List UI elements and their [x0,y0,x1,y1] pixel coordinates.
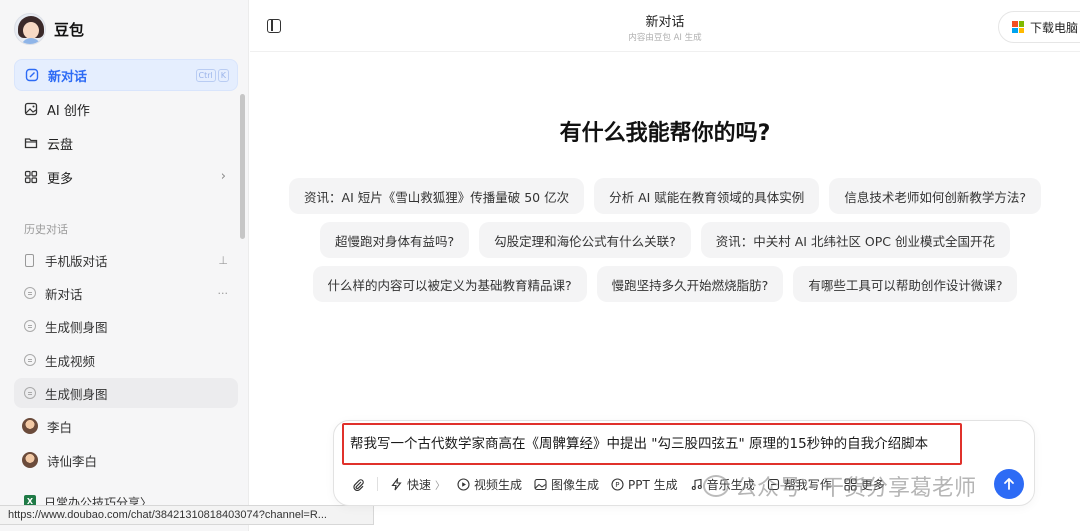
phone-icon [25,253,34,267]
lightning-icon [390,477,403,491]
chat-bubble-icon [24,354,36,366]
chat-bubble-icon [24,387,36,399]
suggestion-row: 什么样的内容可以被定义为基础教育精品课? 慢跑坚持多久开始燃烧脂肪? 有哪些工具… [250,266,1080,302]
shortcut-hint: Ctrl K [195,69,229,82]
history-section-title: 历史对话 [24,223,68,236]
suggestion-chip[interactable]: 慢跑坚持多久开始燃烧脂肪? [596,266,784,302]
watermark: 公众号 · 干货分享葛老师 [703,470,976,502]
suggestion-chip[interactable]: 资讯：AI 短片《雪山救狐狸》传播量破 50 亿次 [289,178,585,214]
history-item[interactable]: 诗仙李白 [14,445,238,475]
history-item-label: 诗仙李白 [47,453,98,469]
sidebar: 豆包 新对话 CtrlK AI 创作 云盘 更多 › 历史对话 手机版对话 ⊥ [0,0,249,531]
page-title: 新对话 [645,15,685,30]
chevron-icon: 〉 [435,480,446,492]
sidebar-item-cloud[interactable]: 云盘 [14,127,238,159]
download-desktop-button[interactable]: 下载电脑 [998,11,1080,43]
sidebar-item-ai-create[interactable]: AI 创作 [14,93,238,125]
new-chat-button[interactable]: 新对话 Ctrl K [14,59,238,91]
watermark-text: 公众号 · 干货分享葛老师 [735,476,976,501]
ppt-icon: P [611,477,624,491]
sidebar-item-label: 更多 [47,171,74,187]
brand[interactable]: 豆包 [14,13,84,45]
sidebar-item-more[interactable]: 更多 › [14,161,238,193]
top-bar: 新对话 内容由豆包 AI 生成 下载电脑 [250,0,1080,52]
tool-label: PPT 生成 [628,477,678,492]
history-item-label: 生成视频 [45,353,96,369]
avatar-icon [22,418,38,434]
wechat-logo-icon [703,475,729,497]
download-label: 下载电脑 [1030,20,1079,35]
suggestion-chip[interactable]: 信息技术老师如何创新教学方法? [829,178,1041,214]
history-item-label: 新对话 [45,286,83,302]
paperclip-icon [352,478,365,491]
sidebar-item-label: AI 创作 [47,103,90,119]
app-name: 豆包 [54,20,85,39]
tool-label: 视频生成 [474,477,523,492]
image-generate-button[interactable]: 图像生成 [534,476,599,493]
history-item[interactable]: 手机版对话 ⊥ [14,245,238,275]
suggestion-chip[interactable]: 有哪些工具可以帮助创作设计微课? [793,266,1018,302]
arrow-up-icon [1004,478,1014,490]
history-item[interactable]: 生成视频 [14,345,238,375]
history-item[interactable]: 生成侧身图 [14,311,238,341]
quick-mode-button[interactable]: 快速 〉 [390,476,445,493]
music-icon [690,478,703,491]
ppt-generate-button[interactable]: P PPT 生成 [611,476,678,493]
more-icon[interactable]: ··· [218,287,229,300]
history-item-label: 手机版对话 [45,253,108,269]
image-icon [534,478,547,491]
svg-text:P: P [615,481,619,489]
sidebar-item-label: 云盘 [47,137,74,153]
history-item[interactable]: 李白 [14,411,238,441]
tool-label: 快速 [407,477,432,492]
suggestion-chip[interactable]: 资讯：中关村 AI 北纬社区 OPC 创业模式全国开花 [700,222,1011,258]
suggestion-chip[interactable]: 分析 AI 赋能在教育领域的具体实例 [594,178,820,214]
history-item-label: 生成侧身图 [45,319,108,335]
history-item[interactable]: 生成侧身图 [14,378,238,408]
pin-icon[interactable]: ⊥ [218,254,228,267]
tool-label: 图像生成 [551,477,600,492]
history-item-label: 李白 [47,419,73,435]
history-item[interactable]: 新对话 ··· [14,278,238,308]
image-icon [24,102,38,116]
windows-icon [1012,21,1024,33]
main-panel: 新对话 内容由豆包 AI 生成 下载电脑 有什么我能帮你的吗? 资讯：AI 短片… [250,0,1080,531]
avatar-icon [22,452,38,468]
message-input[interactable]: 帮我写一个古代数学家商高在《周髀算经》中提出 "勾三股四弦五" 原理的15秒钟的… [342,423,962,465]
suggestion-row: 超慢跑对身体有益吗? 勾股定理和海伦公式有什么关联? 资讯：中关村 AI 北纬社… [250,222,1080,258]
edit-icon [25,68,39,82]
chat-bubble-icon [24,287,36,299]
attach-button[interactable] [352,478,365,491]
chat-bubble-icon [24,320,36,332]
grid-icon [24,170,38,184]
suggestion-row: 资讯：AI 短片《雪山救狐狸》传播量破 50 亿次 分析 AI 赋能在教育领域的… [250,178,1080,214]
doubao-avatar-icon [14,13,46,45]
send-button[interactable] [994,469,1024,499]
suggestion-chip[interactable]: 勾股定理和海伦公式有什么关联? [479,222,691,258]
page-subtitle: 内容由豆包 AI 生成 [628,33,702,43]
folder-icon [24,136,38,150]
suggestion-chip[interactable]: 什么样的内容可以被定义为基础教育精品课? [312,266,587,302]
video-icon [457,477,470,491]
toolbar-divider [377,477,378,491]
welcome-heading: 有什么我能帮你的吗? [559,121,771,146]
new-chat-label: 新对话 [48,69,88,85]
history-item-label: 生成侧身图 [45,386,108,402]
sidebar-scrollbar[interactable] [240,94,245,239]
chevron-right-icon: › [220,169,226,184]
video-generate-button[interactable]: 视频生成 [457,476,522,493]
suggestion-chip[interactable]: 超慢跑对身体有益吗? [319,222,470,258]
